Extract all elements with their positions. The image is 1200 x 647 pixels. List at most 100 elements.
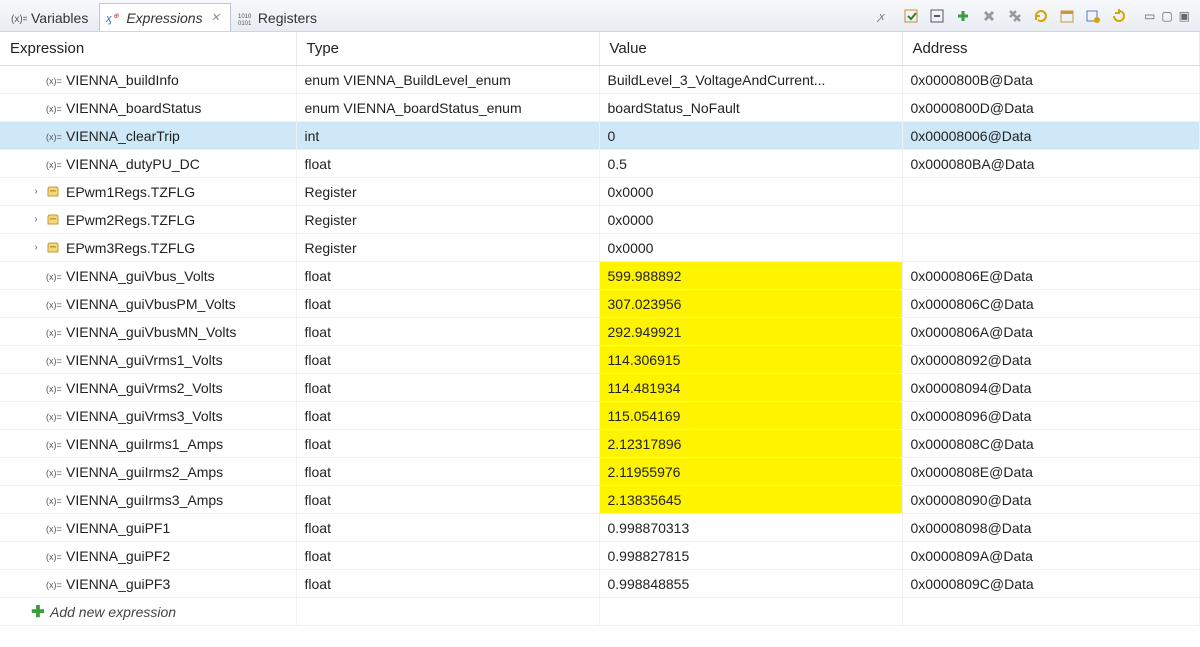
expression-name: VIENNA_guiVrms2_Volts <box>66 380 223 396</box>
table-row[interactable]: › EPwm1Regs.TZFLG Register0x0000 <box>0 178 1200 206</box>
tab-expressions[interactable]: ᶍ⊕ Expressions ✕ <box>99 3 230 31</box>
type-cell: Register <box>296 206 599 234</box>
expressions-icon: ᶍ⊕ <box>106 10 122 26</box>
svg-text:(x)=: (x)= <box>46 412 62 422</box>
restore-icon[interactable]: ▢ <box>1161 9 1172 23</box>
value-cell[interactable]: 0 <box>599 122 902 150</box>
continuous-refresh-button[interactable] <box>1030 5 1052 27</box>
value-cell[interactable]: 0.998827815 <box>599 542 902 570</box>
table-row[interactable]: (x)=VIENNA_guiVrms3_Voltsfloat115.054169… <box>0 402 1200 430</box>
svg-text:(x)=: (x)= <box>46 328 62 338</box>
svg-text:ᶍ: ᶍ <box>106 13 112 25</box>
value-cell[interactable]: 114.481934 <box>599 374 902 402</box>
table-row[interactable]: (x)=VIENNA_guiVbusMN_Voltsfloat292.94992… <box>0 318 1200 346</box>
value-cell[interactable]: 115.054169 <box>599 402 902 430</box>
expression-name: VIENNA_guiVrms3_Volts <box>66 408 223 424</box>
tab-registers[interactable]: 10100101 Registers <box>231 3 328 31</box>
cast-type-button[interactable]: ꭗ <box>874 5 896 27</box>
table-row[interactable]: (x)=VIENNA_guiPF3float0.9988488550x00008… <box>0 570 1200 598</box>
table-row[interactable]: (x)=VIENNA_guiPF1float0.9988703130x00008… <box>0 514 1200 542</box>
close-icon[interactable]: ✕ <box>211 11 220 24</box>
type-cell: float <box>296 458 599 486</box>
address-cell: 0x0000800B@Data <box>902 66 1200 94</box>
table-row[interactable]: (x)=VIENNA_guiVbus_Voltsfloat599.9888920… <box>0 262 1200 290</box>
svg-text:0101: 0101 <box>238 21 252 26</box>
table-row[interactable]: (x)=VIENNA_guiVrms1_Voltsfloat114.306915… <box>0 346 1200 374</box>
variable-icon: (x)= <box>46 156 62 172</box>
value-cell[interactable]: 0x0000 <box>599 234 902 262</box>
variable-icon: (x)= <box>46 548 62 564</box>
address-cell: 0x00008096@Data <box>902 402 1200 430</box>
address-cell: 0x0000806C@Data <box>902 290 1200 318</box>
register-icon <box>46 240 62 256</box>
tab-label: Expressions <box>126 10 202 26</box>
value-cell[interactable]: 0x0000 <box>599 178 902 206</box>
table-row[interactable]: ›EPwm2Regs.TZFLGRegister0x0000 <box>0 206 1200 234</box>
registers-icon: 10100101 <box>238 10 254 26</box>
type-cell: float <box>296 262 599 290</box>
table-row[interactable]: (x)=VIENNA_guiIrms1_Ampsfloat2.123178960… <box>0 430 1200 458</box>
col-header-type[interactable]: Type <box>296 32 599 66</box>
col-header-value[interactable]: Value <box>599 32 902 66</box>
value-cell[interactable]: boardStatus_NoFault <box>599 94 902 122</box>
value-cell[interactable]: 2.11955976 <box>599 458 902 486</box>
expression-name: EPwm1Regs.TZFLG <box>66 184 195 200</box>
svg-text:(x)=: (x)= <box>46 356 62 366</box>
value-cell[interactable]: 599.988892 <box>599 262 902 290</box>
table-row[interactable]: (x)=VIENNA_guiVrms2_Voltsfloat114.481934… <box>0 374 1200 402</box>
col-header-expression[interactable]: Expression <box>0 32 296 66</box>
table-row[interactable]: (x)=VIENNA_guiVbusPM_Voltsfloat307.02395… <box>0 290 1200 318</box>
tab-variables[interactable]: (x)= Variables <box>4 3 99 31</box>
table-row[interactable]: (x)=VIENNA_guiPF2float0.9988278150x00008… <box>0 542 1200 570</box>
minimize-icon[interactable]: ▭ <box>1144 9 1155 23</box>
expand-icon[interactable]: › <box>30 214 42 225</box>
expression-name: VIENNA_guiVrms1_Volts <box>66 352 223 368</box>
value-cell[interactable]: 0.5 <box>599 150 902 178</box>
table-row[interactable]: (x)=VIENNA_guiIrms3_Ampsfloat2.138356450… <box>0 486 1200 514</box>
show-type-button[interactable] <box>900 5 922 27</box>
variables-icon: (x)= <box>11 10 27 26</box>
remove-expression-button[interactable] <box>978 5 1000 27</box>
svg-text:ꭗ: ꭗ <box>877 11 885 23</box>
svg-text:(x)=: (x)= <box>46 300 62 310</box>
table-row[interactable]: (x)=VIENNA_guiIrms2_Ampsfloat2.119559760… <box>0 458 1200 486</box>
value-cell[interactable]: 2.12317896 <box>599 430 902 458</box>
value-cell[interactable]: BuildLevel_3_VoltageAndCurrent... <box>599 66 902 94</box>
variable-icon: (x)= <box>46 352 62 368</box>
variable-icon: (x)= <box>46 128 62 144</box>
value-cell[interactable]: 0x0000 <box>599 206 902 234</box>
svg-text:(x)=: (x)= <box>46 580 62 590</box>
collapse-all-button[interactable] <box>926 5 948 27</box>
table-row[interactable]: (x)=VIENNA_dutyPU_DCfloat0.50x000080BA@D… <box>0 150 1200 178</box>
new-tab-button[interactable] <box>1056 5 1078 27</box>
svg-text:(x)=: (x)= <box>11 14 27 25</box>
add-expression-row[interactable]: ✚Add new expression <box>0 598 1200 626</box>
type-cell: float <box>296 318 599 346</box>
value-cell[interactable]: 0.998870313 <box>599 514 902 542</box>
value-cell[interactable]: 0.998848855 <box>599 570 902 598</box>
table-row[interactable]: (x)=VIENNA_boardStatusenum VIENNA_boardS… <box>0 94 1200 122</box>
maximize-icon[interactable]: ▣ <box>1179 9 1190 23</box>
variable-icon: (x)= <box>46 268 62 284</box>
remove-all-button[interactable] <box>1004 5 1026 27</box>
value-cell[interactable]: 2.13835645 <box>599 486 902 514</box>
register-icon <box>46 212 62 228</box>
variable-icon: (x)= <box>46 464 62 480</box>
type-cell: float <box>296 486 599 514</box>
expression-name: VIENNA_clearTrip <box>66 128 180 144</box>
table-row[interactable]: (x)=VIENNA_clearTripint00x00008006@Data <box>0 122 1200 150</box>
svg-text:(x)=: (x)= <box>46 384 62 394</box>
expand-icon[interactable]: › <box>30 186 42 197</box>
type-cell: Register <box>296 178 599 206</box>
col-header-address[interactable]: Address <box>902 32 1200 66</box>
table-row[interactable]: ›EPwm3Regs.TZFLGRegister0x0000 <box>0 234 1200 262</box>
expression-name: VIENNA_dutyPU_DC <box>66 156 200 172</box>
expand-icon[interactable]: › <box>30 242 42 253</box>
value-cell[interactable]: 292.949921 <box>599 318 902 346</box>
add-expression-button[interactable] <box>952 5 974 27</box>
refresh-button[interactable] <box>1108 5 1130 27</box>
value-cell[interactable]: 307.023956 <box>599 290 902 318</box>
value-cell[interactable]: 114.306915 <box>599 346 902 374</box>
table-row[interactable]: (x)=VIENNA_buildInfoenum VIENNA_BuildLev… <box>0 66 1200 94</box>
pin-button[interactable] <box>1082 5 1104 27</box>
